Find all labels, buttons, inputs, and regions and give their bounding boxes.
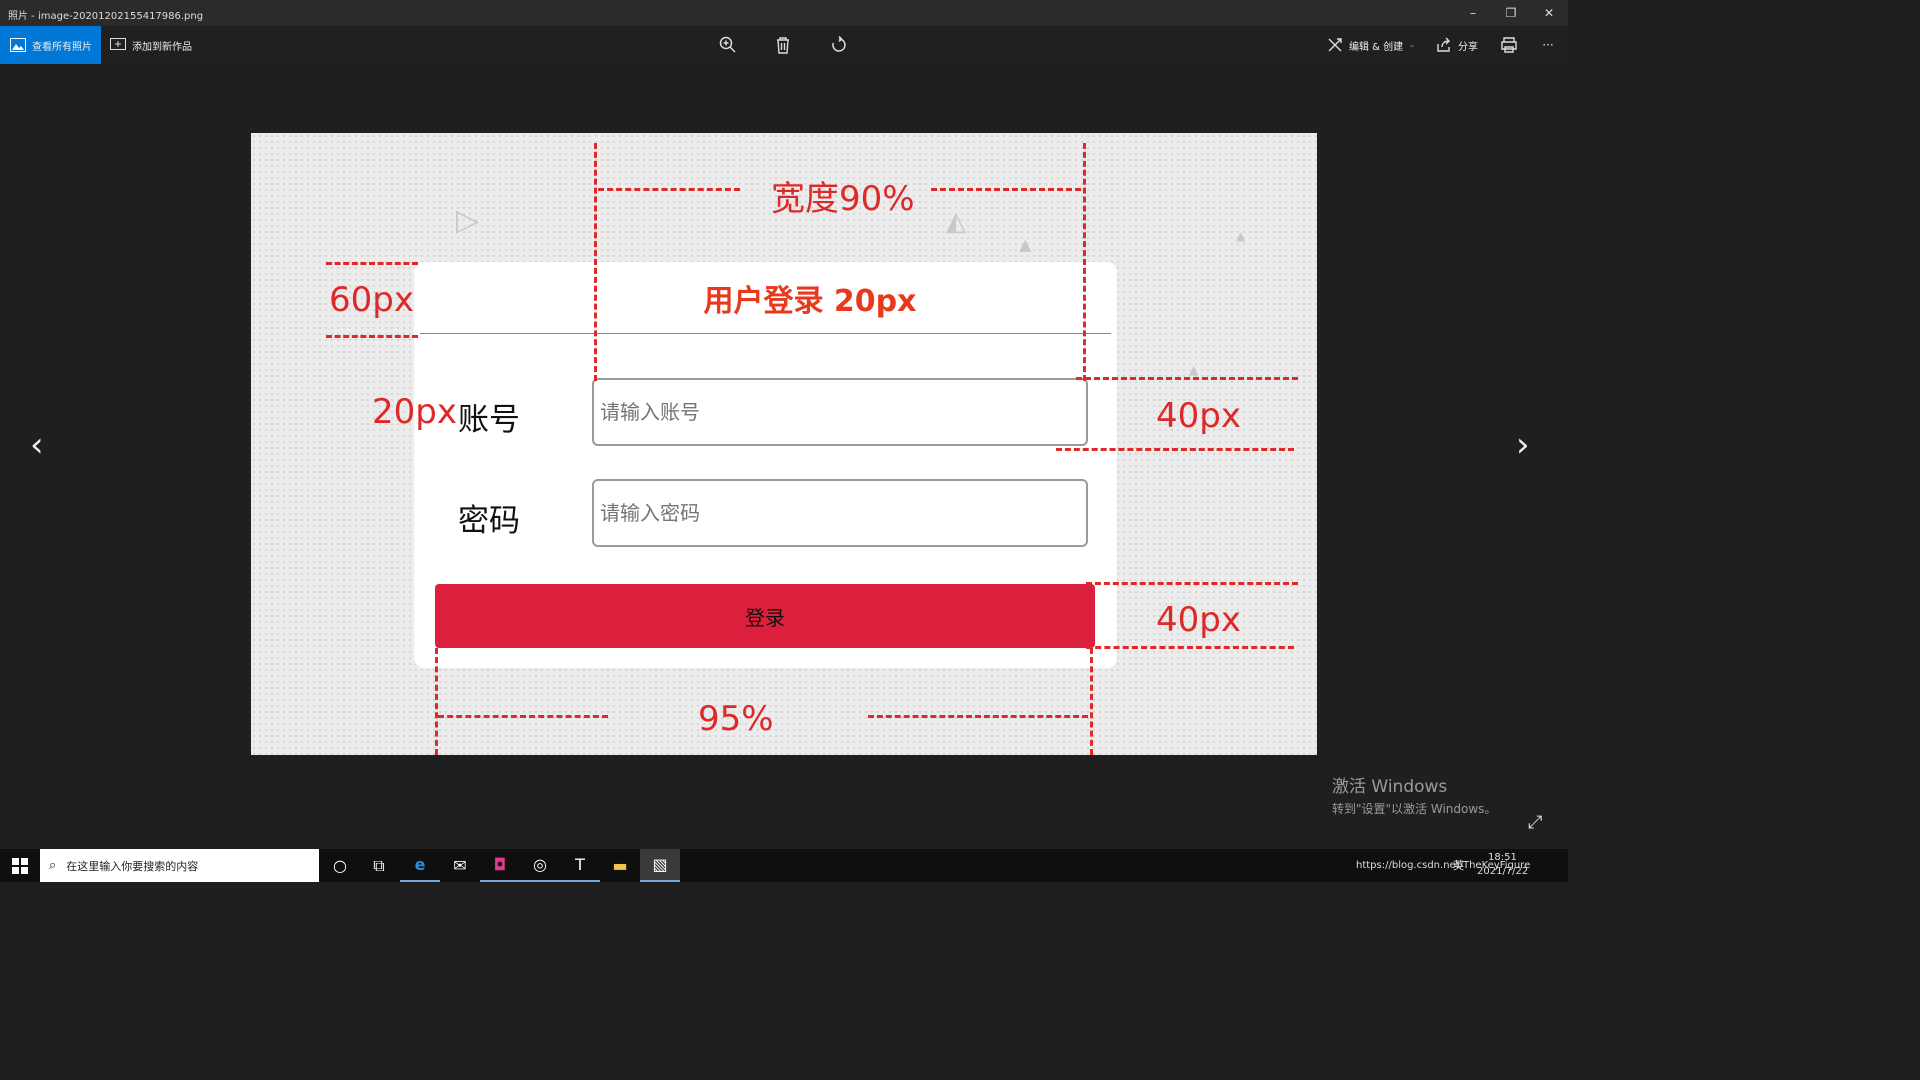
typora-icon[interactable]: T [560, 849, 600, 882]
width-95-annotation: 95% [698, 699, 774, 739]
language-indicator[interactable]: 英 [1453, 857, 1464, 873]
activation-title: 激活 Windows [1332, 777, 1448, 797]
view-all-photos-button[interactable]: 查看所有照片 [0, 26, 101, 64]
login-card: 用户登录 20px 账号 密码 登录 [414, 262, 1117, 668]
account-input[interactable] [592, 378, 1088, 446]
annotation-guide [1086, 582, 1298, 585]
restore-button[interactable]: ❐ [1492, 0, 1530, 26]
rotate-button[interactable] [826, 32, 852, 58]
annotation-guide [868, 715, 1088, 718]
add-creation-icon [110, 38, 126, 50]
annotation-guide [1090, 648, 1093, 755]
triangle-decoration: ▷ [456, 203, 480, 238]
annotation-guide [598, 188, 740, 191]
print-button[interactable] [1496, 32, 1522, 58]
annotation-guide [435, 648, 438, 755]
zoom-in-button[interactable] [715, 32, 741, 58]
activation-watermark: 激活 Windows 转到"设置"以激活 Windows。 [1332, 772, 1496, 817]
search-icon: ⌕ [49, 858, 57, 873]
displayed-image: ▷ ◭ ▲ ▲ ▲ 用户登录 20px 账号 密码 登录 宽度90% 60px … [251, 133, 1317, 755]
height-40-annotation: 40px [1156, 396, 1241, 436]
system-tray: https://blog.csdn.net/TheKeyFigure 英 18:… [1353, 849, 1568, 882]
login-button[interactable]: 登录 [435, 584, 1095, 648]
previous-photo-button[interactable]: ‹ [30, 425, 44, 465]
annotation-guide [594, 143, 597, 381]
search-placeholder: 在这里输入你要搜索的内容 [66, 859, 199, 873]
edge-icon[interactable]: e [400, 849, 440, 882]
file-explorer-icon[interactable]: ▬ [600, 849, 640, 882]
zoom-in-icon [719, 36, 736, 53]
annotation-guide [1076, 377, 1298, 380]
title-divider [420, 333, 1111, 334]
photos-app-icon[interactable]: ▧ [640, 849, 680, 882]
add-to-creation-label: 添加到新作品 [132, 41, 192, 53]
taskbar-search[interactable]: ⌕ 在这里输入你要搜索的内容 [40, 849, 319, 882]
windows-logo-icon [12, 857, 28, 874]
clock-date[interactable]: 2021/7/22 [1477, 866, 1528, 877]
edit-create-label: 编辑 & 创建 [1349, 41, 1404, 53]
annotation-guide [1083, 143, 1086, 381]
edit-create-button[interactable]: 编辑 & 创建 ⌄ [1327, 26, 1416, 64]
triangle-decoration: ▲ [1189, 363, 1199, 377]
share-icon [1437, 37, 1450, 52]
annotation-guide [1056, 448, 1294, 451]
activation-hint: 转到"设置"以激活 Windows。 [1332, 802, 1497, 816]
photos-icon [10, 38, 26, 52]
view-all-photos-label: 查看所有照片 [32, 41, 92, 53]
window-title: 照片 - image-20201202155417986.png [8, 11, 204, 22]
start-button[interactable] [0, 849, 40, 882]
taskbar: ⌕ 在这里输入你要搜索的内容 ○ ⧉ e ✉ ◘ ◎ T ▬ ▧ https:/… [0, 849, 1568, 882]
share-button[interactable]: 分享 [1436, 26, 1478, 64]
print-icon [1501, 37, 1517, 53]
annotation-guide [438, 715, 608, 718]
width-90-annotation: 宽度90% [771, 179, 915, 219]
chevron-down-icon: ⌄ [1408, 40, 1416, 50]
password-label: 密码 [458, 503, 520, 539]
chrome-icon[interactable]: ◎ [520, 849, 560, 882]
triangle-decoration: ▲ [1019, 235, 1032, 254]
minimize-button[interactable]: – [1454, 0, 1492, 26]
annotation-guide [931, 188, 1081, 191]
mail-icon[interactable]: ✉ [440, 849, 480, 882]
annotation-guide [1086, 646, 1294, 649]
close-button[interactable]: ✕ [1530, 0, 1568, 26]
trash-icon [777, 37, 789, 54]
cortana-icon[interactable]: ○ [320, 849, 360, 882]
annotation-guide [326, 335, 418, 338]
account-label: 账号 [458, 402, 520, 438]
expand-icon[interactable]: ⤢ [1528, 812, 1542, 833]
toolbar: 查看所有照片 添加到新作品 编辑 & 创建 ⌄ 分享 ··· [0, 26, 1568, 64]
next-photo-button[interactable]: › [1516, 425, 1530, 465]
password-input[interactable] [592, 479, 1088, 547]
edit-create-icon [1328, 38, 1342, 52]
task-view-icon[interactable]: ⧉ [359, 849, 399, 882]
share-label: 分享 [1458, 41, 1478, 53]
triangle-decoration: ▲ [1236, 229, 1246, 243]
height-60-annotation: 60px [329, 280, 414, 320]
rotate-icon [832, 36, 846, 52]
more-options-button[interactable]: ··· [1535, 32, 1561, 58]
clock-time[interactable]: 18:51 [1488, 852, 1517, 863]
title-bar: 照片 - image-20201202155417986.png – ❐ ✕ [0, 0, 1568, 26]
ide-app-icon[interactable]: ◘ [480, 849, 520, 882]
delete-button[interactable] [770, 32, 796, 58]
height-40-annotation: 40px [1156, 600, 1241, 640]
add-to-creation-button[interactable]: 添加到新作品 [110, 26, 192, 64]
annotation-guide [326, 262, 418, 265]
card-title: 用户登录 20px [703, 284, 917, 319]
padding-20-annotation: 20px [372, 392, 457, 432]
triangle-decoration: ◭ [946, 207, 966, 237]
